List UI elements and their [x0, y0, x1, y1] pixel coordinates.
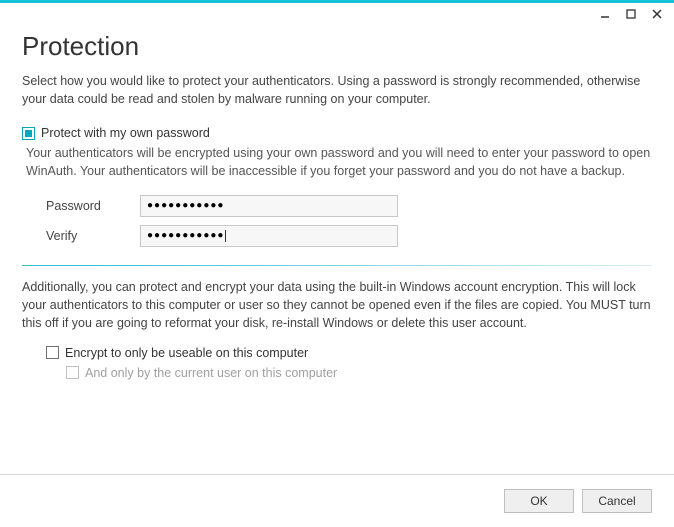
ok-button[interactable]: OK: [504, 489, 574, 513]
protect-password-label: Protect with my own password: [41, 126, 210, 140]
verify-label: Verify: [46, 229, 140, 243]
cancel-button[interactable]: Cancel: [582, 489, 652, 513]
dialog-footer: OK Cancel: [0, 474, 674, 527]
encrypt-computer-checkbox[interactable]: [46, 346, 59, 359]
encrypt-user-checkbox: [66, 366, 79, 379]
password-input[interactable]: ●●●●●●●●●●●: [140, 195, 398, 217]
encrypt-user-label: And only by the current user on this com…: [85, 366, 337, 380]
verify-input[interactable]: ●●●●●●●●●●●: [140, 225, 398, 247]
encrypt-computer-label: Encrypt to only be useable on this compu…: [65, 346, 308, 360]
protect-password-help: Your authenticators will be encrypted us…: [26, 144, 652, 180]
protect-password-checkbox-row[interactable]: Protect with my own password: [22, 126, 652, 140]
password-label: Password: [46, 199, 140, 213]
text-caret: [225, 230, 226, 242]
page-title: Protection: [22, 31, 652, 62]
protect-password-checkbox[interactable]: [22, 127, 35, 140]
encrypt-intro: Additionally, you can protect and encryp…: [22, 278, 652, 332]
close-button[interactable]: [646, 5, 668, 23]
minimize-button[interactable]: [594, 5, 616, 23]
section-divider: [22, 265, 652, 266]
encrypt-computer-checkbox-row[interactable]: Encrypt to only be useable on this compu…: [22, 346, 652, 360]
encrypt-user-checkbox-row: And only by the current user on this com…: [22, 366, 652, 380]
maximize-button[interactable]: [620, 5, 642, 23]
titlebar: [0, 0, 674, 25]
intro-text: Select how you would like to protect you…: [22, 72, 652, 108]
